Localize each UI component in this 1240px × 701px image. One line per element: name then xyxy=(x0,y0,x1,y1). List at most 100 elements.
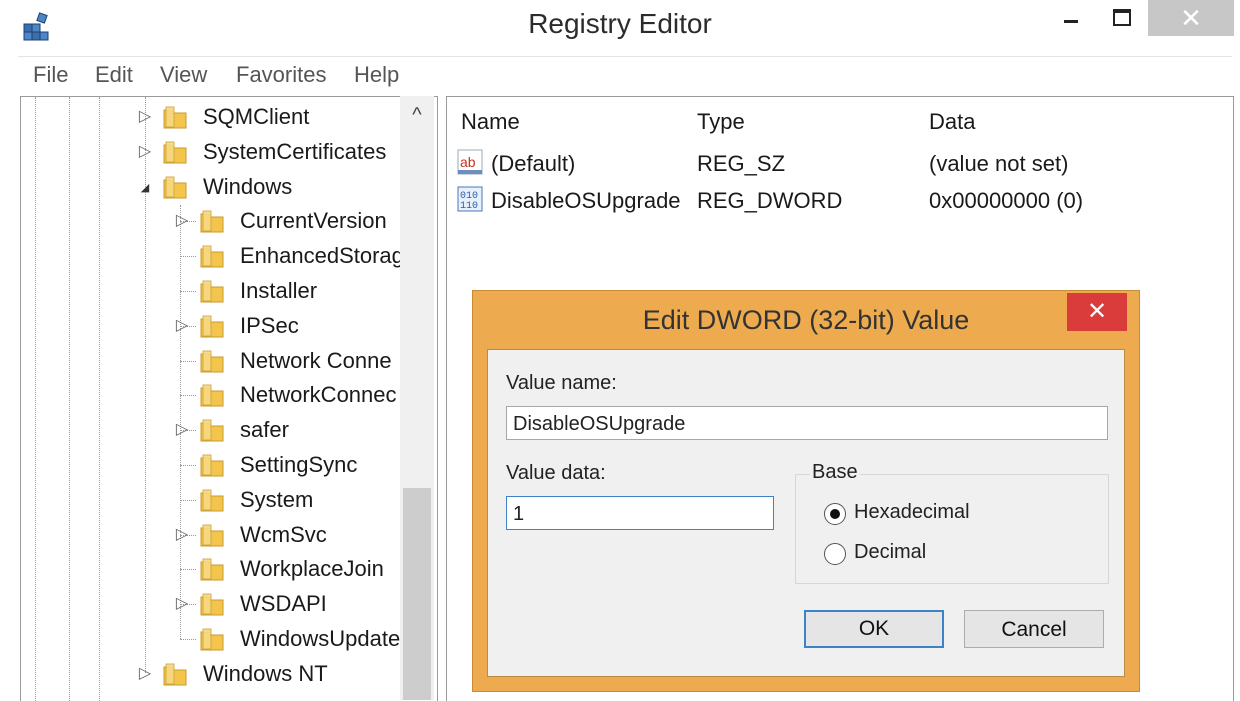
expand-arrow-icon[interactable]: ▷ xyxy=(138,141,152,161)
folder-icon xyxy=(163,106,187,129)
tree-item-label: SQMClient xyxy=(203,104,310,129)
window-close-button[interactable]: ✕ xyxy=(1148,0,1234,36)
expand-arrow-icon[interactable]: ▷ xyxy=(138,106,152,126)
string-value-icon: ab xyxy=(457,149,483,175)
menu-help[interactable]: Help xyxy=(354,62,399,88)
tree-item-label: WorkplaceJoin xyxy=(240,556,384,581)
tree-item-system[interactable]: System xyxy=(21,483,411,518)
folder-icon xyxy=(200,593,224,616)
tree-item-label: WindowsUpdate xyxy=(240,626,401,651)
tree-item-label: SettingSync xyxy=(240,452,358,477)
tree-item-windows-nt[interactable]: ▷ Windows NT xyxy=(21,657,411,692)
folder-icon xyxy=(200,419,224,442)
tree-item-networkconnec[interactable]: NetworkConnec xyxy=(21,378,411,413)
folder-icon xyxy=(200,280,224,303)
tree-item-label: SystemCertificates xyxy=(203,139,387,164)
binary-value-icon: 010 110 xyxy=(457,186,483,212)
menu-file[interactable]: File xyxy=(33,62,68,88)
value-name[interactable]: DisableOSUpgrade xyxy=(491,188,681,214)
scroll-up-arrow-icon[interactable]: ^ xyxy=(400,100,434,130)
column-header-name[interactable]: Name xyxy=(461,109,520,135)
tree-item-label: Network Conne xyxy=(240,348,392,373)
decimal-label[interactable]: Decimal xyxy=(854,541,926,564)
svg-text:ab: ab xyxy=(460,154,476,170)
tree-item-label: CurrentVersion xyxy=(240,208,387,233)
tree-item-enhancedstorag[interactable]: EnhancedStorag xyxy=(21,239,411,274)
menu-favorites[interactable]: Favorites xyxy=(236,62,326,88)
expand-arrow-icon[interactable]: ▷ xyxy=(138,663,152,683)
hexadecimal-label[interactable]: Hexadecimal xyxy=(854,501,970,524)
tree-item-label: System xyxy=(240,487,314,512)
tree-item-sqmclient[interactable]: ▷ SQMClient xyxy=(21,100,411,135)
value-name[interactable]: (Default) xyxy=(491,151,575,177)
registry-key-tree[interactable]: ▷ SQMClient ▷ SystemCertificates ◢ Windows ▷ Cu… xyxy=(20,96,438,701)
tree-item-network-conne[interactable]: Network Conne xyxy=(21,344,411,379)
tree-item-safer[interactable]: ▷ safer xyxy=(21,413,411,448)
expand-arrow-icon[interactable]: ▷ xyxy=(175,419,189,439)
dialog-title: Edit DWORD (32-bit) Value xyxy=(642,305,970,335)
tree-item-label: Windows xyxy=(203,174,293,199)
folder-icon xyxy=(200,384,224,407)
base-label: Base xyxy=(810,461,860,484)
tree-item-ipsec[interactable]: ▷ IPSec xyxy=(21,309,411,344)
folder-icon xyxy=(200,524,224,547)
tree-item-label: EnhancedStorag xyxy=(240,243,404,268)
value-name-field[interactable]: DisableOSUpgrade xyxy=(506,406,1108,440)
decimal-radio[interactable] xyxy=(824,543,846,565)
tree-item-systemcertificates[interactable]: ▷ SystemCertificates xyxy=(21,135,411,170)
folder-icon xyxy=(163,176,187,199)
cancel-button[interactable]: Cancel xyxy=(964,610,1104,648)
value-data: 0x00000000 (0) xyxy=(929,188,1084,213)
folder-icon xyxy=(200,210,224,233)
tree-item-wsdapi[interactable]: ▷ WSDAPI xyxy=(21,587,411,622)
value-data-field[interactable]: 1 xyxy=(506,496,774,530)
folder-icon xyxy=(200,350,224,373)
tree-item-label: NetworkConnec xyxy=(240,382,397,407)
ok-button[interactable]: OK xyxy=(804,610,944,648)
tree-scroll-thumb[interactable] xyxy=(403,488,431,700)
tree-item-installer[interactable]: Installer xyxy=(21,274,411,309)
expand-arrow-icon[interactable]: ▷ xyxy=(175,315,189,335)
hexadecimal-radio[interactable] xyxy=(824,503,846,525)
base-groupbox: Base Hexadecimal Decimal xyxy=(795,461,1109,584)
tree-item-label: IPSec xyxy=(240,313,299,338)
tree-item-windowsupdate[interactable]: WindowsUpdate xyxy=(21,622,411,657)
expand-arrow-icon[interactable]: ▷ xyxy=(175,593,189,613)
svg-text:110: 110 xyxy=(460,201,478,212)
tree-guide-line xyxy=(180,465,196,466)
folder-icon xyxy=(200,245,224,268)
column-header-type[interactable]: Type xyxy=(697,109,745,135)
minimize-button[interactable] xyxy=(1046,0,1096,36)
value-type: REG_DWORD xyxy=(697,188,843,213)
menu-view[interactable]: View xyxy=(160,62,207,88)
tree-item-wcmsvc[interactable]: ▷ WcmSvc xyxy=(21,518,411,553)
folder-icon xyxy=(163,141,187,164)
tree-item-workplacejoin[interactable]: WorkplaceJoin xyxy=(21,552,411,587)
value-type: REG_SZ xyxy=(697,151,786,176)
maximize-button[interactable] xyxy=(1098,0,1148,36)
expand-arrow-icon[interactable]: ▷ xyxy=(175,210,189,230)
dialog-body: Value name: DisableOSUpgrade Value data:… xyxy=(487,349,1125,677)
tree-item-label: WcmSvc xyxy=(240,522,327,547)
tree-item-settingsync[interactable]: SettingSync xyxy=(21,448,411,483)
folder-icon xyxy=(200,315,224,338)
collapse-arrow-icon[interactable]: ◢ xyxy=(138,181,152,194)
tree-item-label: Installer xyxy=(240,278,318,303)
tree-item-label: Windows NT xyxy=(203,661,328,686)
edit-dword-dialog: Edit DWORD (32-bit) Value ✕ Value name: … xyxy=(472,290,1140,692)
folder-icon xyxy=(200,628,224,651)
tree-item-label: safer xyxy=(240,417,289,442)
tree-item-currentversion[interactable]: ▷ CurrentVersion xyxy=(21,204,411,239)
tree-guide-line xyxy=(180,569,196,570)
value-data-label: Value data: xyxy=(506,462,606,484)
tree-item-windows[interactable]: ◢ Windows xyxy=(21,170,411,205)
expand-arrow-icon[interactable]: ▷ xyxy=(175,524,189,544)
folder-icon xyxy=(200,558,224,581)
tree-guide-line xyxy=(180,291,196,292)
value-data: (value not set) xyxy=(929,151,1069,176)
column-header-data[interactable]: Data xyxy=(929,109,975,135)
menu-edit[interactable]: Edit xyxy=(95,62,133,88)
dialog-close-button[interactable]: ✕ xyxy=(1067,293,1127,331)
folder-icon xyxy=(200,489,224,512)
tree-guide-line xyxy=(180,639,196,640)
